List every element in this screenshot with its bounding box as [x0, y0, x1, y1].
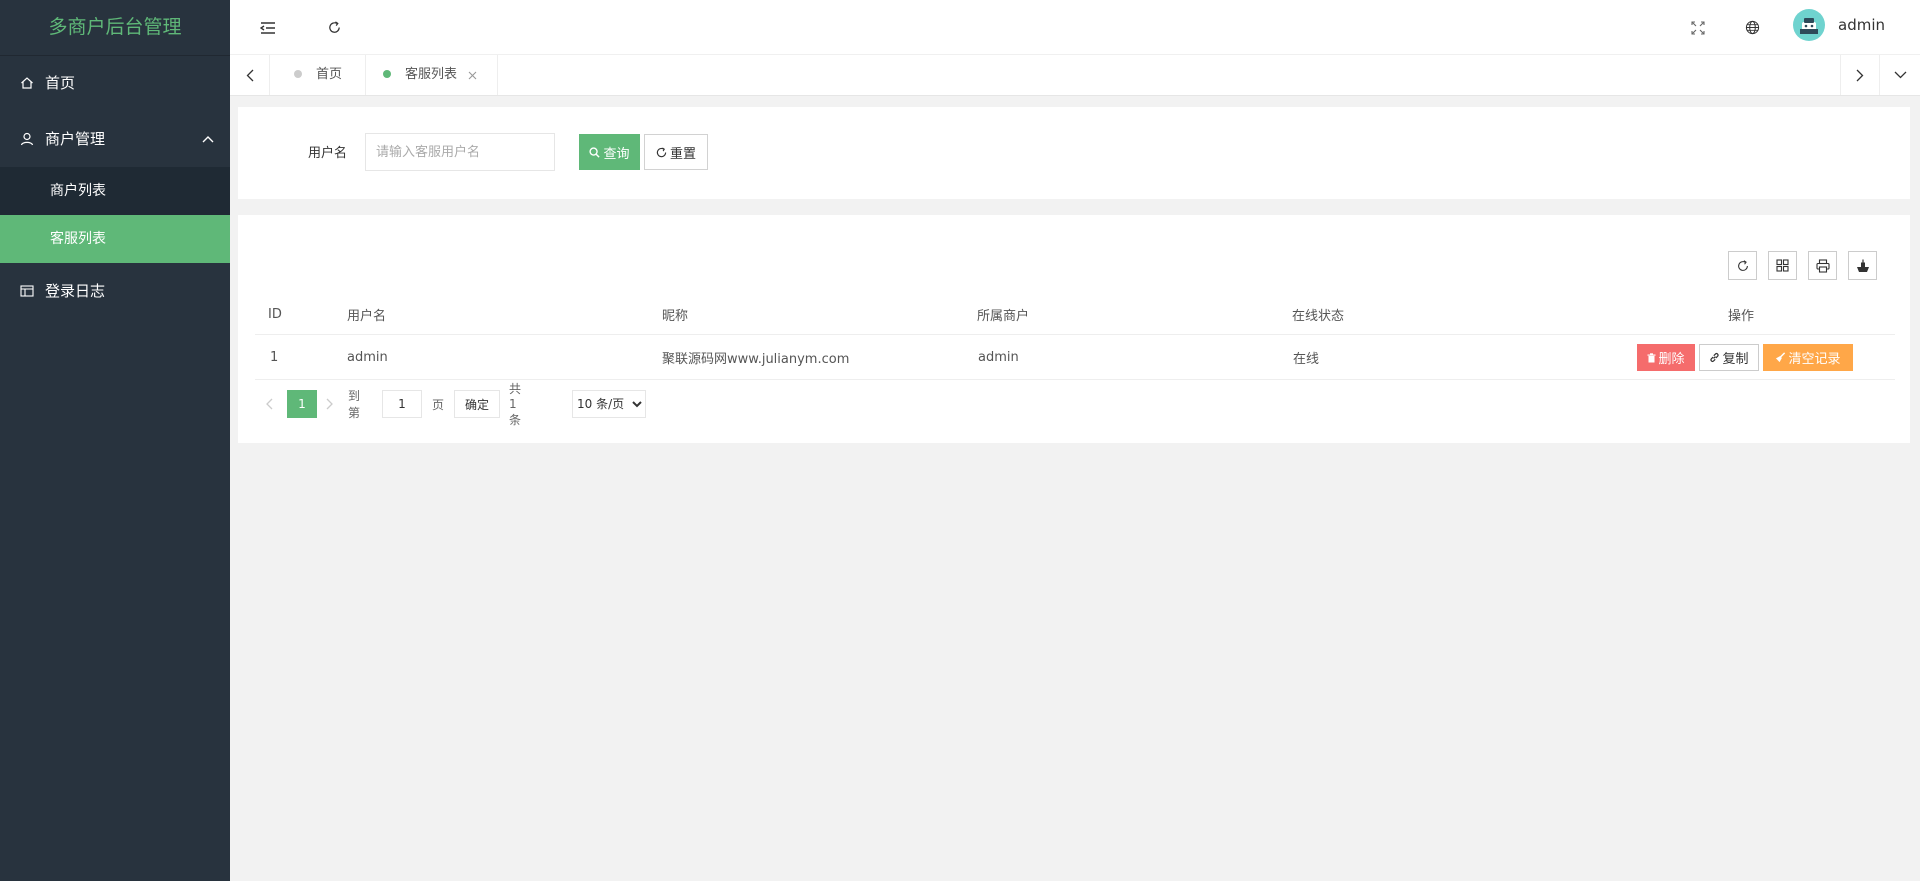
table-icon [20, 263, 34, 319]
tab-status-dot [294, 69, 302, 78]
username-search-input[interactable] [365, 133, 555, 171]
prev-page-icon[interactable] [266, 389, 273, 419]
copy-button[interactable]: 复制 [1699, 344, 1759, 371]
chevron-up-icon [202, 111, 214, 167]
sidebar-submenu: 商户列表 客服列表 [0, 167, 230, 263]
cell-merchant: admin [978, 349, 1019, 365]
language-icon[interactable] [1740, 0, 1764, 55]
sidebar-item-label: 登录日志 [45, 282, 106, 300]
column-header-nickname: 昵称 [662, 309, 689, 324]
tab-service-list[interactable]: 客服列表 [366, 55, 498, 95]
cell-id: 1 [270, 349, 279, 365]
data-table-panel: ID 用户名 昵称 所属商户 在线状态 操作 1 admin 聚联源码网www.… [238, 215, 1910, 443]
page-jump-input[interactable] [382, 390, 422, 418]
next-page-icon[interactable] [326, 389, 333, 419]
delete-button[interactable]: 删除 [1637, 344, 1695, 371]
column-header-status: 在线状态 [1292, 309, 1345, 324]
page-size-select[interactable]: 10 条/页 [572, 390, 646, 418]
sidebar-item-home[interactable]: 首页 [0, 55, 230, 111]
column-header-actions: 操作 [1728, 309, 1755, 324]
table-columns-icon[interactable] [1768, 251, 1797, 280]
refresh-icon[interactable] [322, 0, 346, 55]
page-number-current[interactable]: 1 [287, 390, 317, 418]
clear-records-button-label: 清空记录 [1788, 352, 1841, 367]
username-label: 用户名 [308, 146, 348, 161]
sidebar-item-merchant-list[interactable]: 商户列表 [0, 167, 230, 215]
copy-button-label: 复制 [1722, 352, 1749, 367]
cell-username: admin [347, 349, 388, 365]
search-panel: 用户名 查询 重置 [238, 107, 1910, 199]
cell-status: 在线 [1293, 351, 1320, 367]
top-header: admin [230, 0, 1920, 55]
table-refresh-icon[interactable] [1728, 251, 1757, 280]
query-button[interactable]: 查询 [579, 134, 640, 170]
tab-menu-chevron-down-icon[interactable] [1880, 55, 1920, 95]
link-icon [1710, 353, 1720, 362]
menu-fold-icon[interactable] [256, 0, 280, 55]
tab-scroll-left-icon[interactable] [230, 55, 270, 95]
page-unit-label: 页 [432, 397, 445, 412]
trash-icon [1647, 352, 1656, 362]
table-print-icon[interactable] [1808, 251, 1837, 280]
tab-bar: 首页 客服列表 [230, 55, 1920, 96]
reset-button-label: 重置 [669, 146, 696, 162]
delete-button-label: 删除 [1658, 352, 1685, 367]
sidebar-item-merchant-management[interactable]: 商户管理 [0, 111, 230, 167]
column-header-merchant: 所属商户 [977, 309, 1030, 324]
tab-label: 首页 [316, 67, 343, 82]
tab-home[interactable]: 首页 [270, 55, 366, 95]
page-jump-confirm-button[interactable]: 确定 [454, 390, 500, 418]
close-icon[interactable] [468, 55, 477, 95]
clear-records-button[interactable]: 清空记录 [1763, 344, 1853, 371]
query-button-label: 查询 [603, 146, 630, 162]
sidebar: 多商户后台管理 首页 商户管理 商户列表 客服列表 登录日志 [0, 0, 230, 881]
sidebar-item-label: 商户管理 [45, 130, 106, 148]
table-header: ID 用户名 昵称 所属商户 在线状态 操作 [255, 295, 1895, 335]
broom-icon [1776, 352, 1786, 363]
table-export-icon[interactable] [1848, 251, 1877, 280]
column-header-id: ID [268, 307, 282, 322]
column-header-username: 用户名 [347, 309, 387, 324]
total-count: 共 1 条 [509, 382, 522, 427]
tab-scroll-right-icon[interactable] [1840, 55, 1880, 95]
avatar[interactable] [1792, 0, 1826, 50]
tab-label: 客服列表 [405, 67, 458, 82]
user-name[interactable]: admin [1838, 0, 1885, 50]
sidebar-item-service-list[interactable]: 客服列表 [0, 215, 230, 263]
app-title: 多商户后台管理 [0, 0, 230, 55]
sidebar-item-login-log[interactable]: 登录日志 [0, 263, 230, 319]
cell-nickname: 聚联源码网www.julianym.com [662, 351, 850, 367]
reset-button[interactable]: 重置 [644, 134, 708, 170]
goto-label: 到第 [348, 389, 361, 420]
fullscreen-icon[interactable] [1686, 0, 1710, 55]
home-icon [20, 55, 34, 111]
user-icon [20, 111, 34, 167]
sidebar-item-label: 首页 [45, 74, 76, 92]
tab-status-dot [383, 69, 391, 78]
refresh-icon [656, 146, 667, 157]
search-icon [589, 146, 601, 158]
table-row: 1 admin 聚联源码网www.julianym.com admin 在线 删… [255, 335, 1895, 380]
